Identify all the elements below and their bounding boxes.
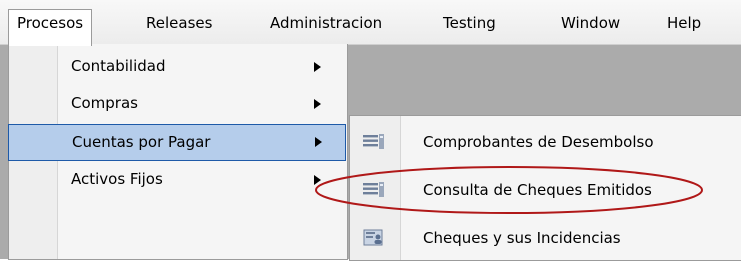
- menu-help[interactable]: Help: [659, 10, 709, 36]
- menu-item-contabilidad[interactable]: Contabilidad: [9, 48, 347, 85]
- menu-bar: Procesos Releases Administracion Testing…: [0, 0, 741, 46]
- menu-item-label: Compras: [71, 94, 138, 112]
- submenu-item-label: Comprobantes de Desembolso: [423, 133, 654, 151]
- menu-releases[interactable]: Releases: [138, 10, 220, 36]
- document-user-icon: [363, 229, 383, 246]
- submenu-item-label: Consulta de Cheques Emitidos: [423, 181, 652, 199]
- menu-item-activos-fijos[interactable]: Activos Fijos: [9, 161, 347, 198]
- menu-testing[interactable]: Testing: [435, 10, 504, 36]
- submenu-item-label: Cheques y sus Incidencias: [423, 229, 621, 247]
- menu-window[interactable]: Window: [553, 10, 628, 36]
- submenu-arrow-icon: [315, 137, 322, 147]
- list-icon: [363, 182, 384, 197]
- menu-item-label: Activos Fijos: [71, 170, 163, 188]
- cuentas-por-pagar-submenu: Comprobantes de Desembolso Consulta de C…: [349, 115, 741, 261]
- menu-item-label: Contabilidad: [71, 57, 166, 75]
- menu-procesos[interactable]: Procesos: [8, 9, 93, 46]
- menu-item-label: Cuentas por Pagar: [72, 133, 211, 151]
- list-icon: [363, 134, 384, 149]
- submenu-item-consulta-de-cheques-emitidos[interactable]: Consulta de Cheques Emitidos: [350, 170, 741, 210]
- menu-administracion[interactable]: Administracion: [262, 10, 390, 36]
- submenu-arrow-icon: [314, 62, 321, 72]
- submenu-arrow-icon: [314, 175, 321, 185]
- menu-item-cuentas-por-pagar[interactable]: Cuentas por Pagar: [8, 124, 346, 161]
- submenu-item-cheques-y-sus-incidencias[interactable]: Cheques y sus Incidencias: [350, 218, 741, 258]
- submenu-arrow-icon: [314, 99, 321, 109]
- menu-item-compras[interactable]: Compras: [9, 85, 347, 122]
- procesos-dropdown: Contabilidad Compras Cuentas por Pagar A…: [8, 44, 348, 260]
- submenu-item-comprobantes-de-desembolso[interactable]: Comprobantes de Desembolso: [350, 122, 741, 162]
